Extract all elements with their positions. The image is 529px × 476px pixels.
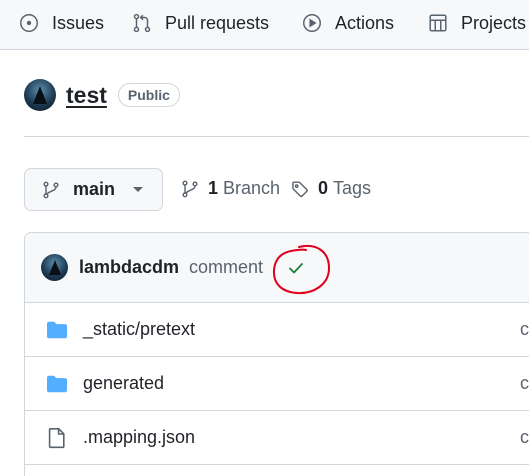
tag-count-label: Tags (333, 178, 372, 198)
author-avatar[interactable] (41, 254, 68, 281)
file-name-link[interactable]: generated (83, 373, 164, 394)
play-circle-icon (303, 14, 321, 32)
nav-tab-label: Actions (335, 12, 395, 33)
nav-tab-label: Issues (52, 12, 105, 33)
tags-link[interactable]: 0 Tags (290, 178, 371, 199)
commit-message-truncated[interactable]: c (520, 373, 529, 394)
file-row-mapping-json[interactable]: .mapping.json c (25, 411, 529, 465)
tag-icon (292, 180, 308, 197)
file-icon (48, 427, 65, 448)
file-row-static-pretext[interactable]: _static/pretext c (25, 303, 529, 357)
nav-tab-issues[interactable]: Issues (18, 0, 104, 46)
branch-count-label: Branch (223, 178, 281, 198)
tag-count: 0 (318, 178, 329, 198)
folder-icon (47, 375, 67, 392)
git-branch-icon (43, 181, 59, 198)
nav-tab-label: Pull requests (165, 12, 270, 33)
nav-tab-actions[interactable]: Actions (301, 0, 394, 46)
file-name-link[interactable]: .mapping.json (83, 427, 195, 448)
commit-author-link[interactable]: lambdacdm (79, 257, 179, 278)
branch-select-button[interactable]: main (24, 168, 163, 211)
current-branch-label: main (73, 179, 116, 199)
issue-circle-icon (20, 14, 38, 32)
table-icon (429, 14, 447, 32)
nav-tab-pull-requests[interactable]: Pull requests (131, 0, 269, 46)
branch-count: 1 (208, 178, 219, 198)
git-branch-icon (182, 180, 198, 197)
file-row-generated[interactable]: generated c (25, 357, 529, 411)
visibility-badge: Public (117, 83, 180, 107)
pull-request-icon (133, 13, 151, 33)
file-list-box: lambdacdm comment _static/pretext c gene… (24, 232, 529, 476)
repo-nav-bar: Issues Pull requests Actions Projects (0, 0, 529, 50)
repo-header: test Public (24, 79, 180, 111)
branches-link[interactable]: 1 Branch (180, 178, 280, 199)
caret-down-icon (133, 187, 144, 192)
commit-message-link[interactable]: comment (189, 257, 263, 278)
owner-avatar[interactable] (24, 79, 56, 111)
commit-message-truncated[interactable]: c (520, 427, 529, 448)
file-name-link[interactable]: _static/pretext (83, 319, 195, 340)
red-circle-annotation (272, 245, 331, 295)
folder-icon (47, 321, 67, 338)
nav-tab-label: Projects (461, 12, 527, 33)
commit-message-truncated[interactable]: c (520, 319, 529, 340)
header-divider (24, 136, 529, 137)
repo-name-link[interactable]: test (66, 82, 107, 109)
latest-commit-row: lambdacdm comment (25, 233, 529, 303)
nav-tab-projects[interactable]: Projects (427, 0, 526, 46)
